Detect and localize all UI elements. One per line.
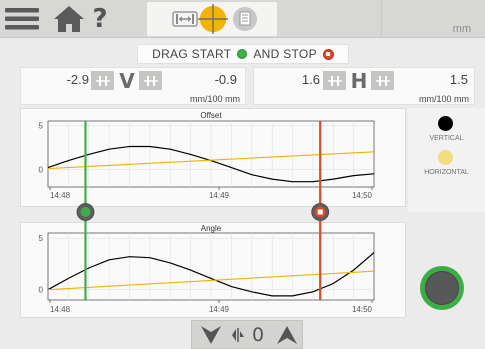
unit-label: mm [452,23,471,35]
x-tick-label: 14:49 [209,191,230,200]
arrow-up-icon[interactable] [274,323,300,347]
y-tick-label: 0 [39,286,44,295]
x-tick-label: 14:50 [352,191,373,200]
zero-control: 0 [191,320,303,349]
vertical-legend-swatch [438,116,453,131]
record-button[interactable] [420,266,464,310]
x-tick-label: 14:49 [209,305,230,314]
y-tick-label: 0 [39,165,44,174]
chart-title: Angle [201,224,222,233]
stop-handle-square [317,209,323,215]
charts-svg: Offset 0 5 14:48 14:49 14:50 Angle 0 5 14:48 14:49… [39,111,375,314]
horizontal-legend-label: HORIZONTAL [424,169,469,176]
horizontal-legend-swatch [438,150,453,165]
y-tick-label: 5 [39,121,44,130]
x-tick-label: 14:48 [50,305,71,314]
zero-offset-icon[interactable] [229,323,247,347]
y-tick-label: 5 [39,234,44,243]
x-tick-label: 14:48 [50,191,71,200]
start-handle-dot [80,207,91,217]
record-button-inner [425,271,459,305]
chart-title: Offset [200,111,222,120]
horizontal-right-value: 1.5 [449,72,468,87]
horizontal-unit: mm/100 mm [418,94,469,104]
chart-legend: VERTICAL HORIZONTAL [408,108,485,212]
zero-value: 0 [251,324,265,346]
arrow-down-icon[interactable] [198,323,224,347]
vertical-legend-label: VERTICAL [429,135,464,142]
x-tick-label: 14:50 [352,305,373,314]
